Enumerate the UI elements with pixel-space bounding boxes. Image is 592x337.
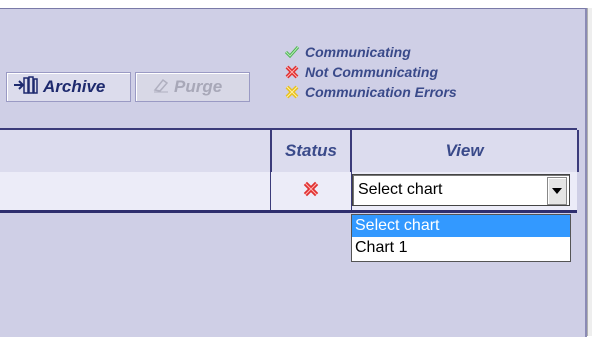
status-legend: Communicating Not Communicating Communic… xyxy=(284,42,457,102)
select-value: Select chart xyxy=(358,181,443,198)
header-blank xyxy=(0,130,272,172)
view-chart-select[interactable]: Select chart xyxy=(352,174,570,206)
dropdown-option-select-chart[interactable]: Select chart xyxy=(352,215,570,237)
check-icon xyxy=(284,44,300,60)
archive-button[interactable]: Archive xyxy=(6,72,131,102)
purge-button[interactable]: Purge xyxy=(135,72,250,102)
legend-item-communicating: Communicating xyxy=(284,42,457,62)
row-status-cell xyxy=(271,172,352,210)
eraser-icon xyxy=(152,77,170,98)
legend-label: Communication Errors xyxy=(305,84,457,100)
purge-label: Purge xyxy=(174,77,223,96)
red-x-icon xyxy=(302,180,320,203)
vertical-scrollbar[interactable] xyxy=(587,8,592,336)
header-view[interactable]: View xyxy=(352,130,579,172)
view-chart-dropdown: Select chart Chart 1 xyxy=(351,214,571,262)
legend-label: Not Communicating xyxy=(305,64,438,80)
legend-label: Communicating xyxy=(305,44,411,60)
red-x-icon xyxy=(284,64,300,80)
table-header: Status View xyxy=(0,128,579,174)
chevron-down-icon[interactable] xyxy=(547,177,567,205)
legend-item-not-communicating: Not Communicating xyxy=(284,62,457,82)
yellow-x-icon xyxy=(284,84,300,100)
archive-label: Archive xyxy=(43,77,106,96)
dropdown-option-chart-1[interactable]: Chart 1 xyxy=(352,237,570,259)
row-blank-cell xyxy=(0,172,271,210)
header-status[interactable]: Status xyxy=(272,130,352,172)
archive-icon xyxy=(13,75,39,100)
legend-item-communication-errors: Communication Errors xyxy=(284,82,457,102)
